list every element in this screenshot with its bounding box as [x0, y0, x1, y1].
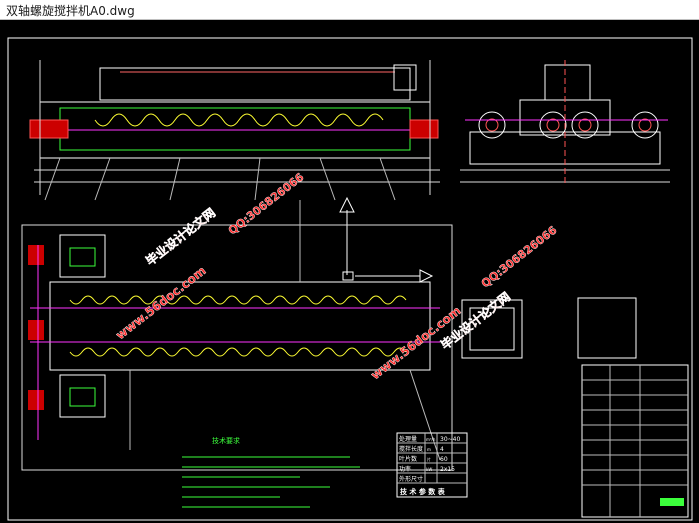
title-bar: 双轴螺旋搅拌机A0.dwg — [0, 0, 699, 20]
drawing-border — [7, 37, 693, 521]
front-elevation-view — [29, 60, 440, 201]
watermark-text: QQ:306826066 — [226, 170, 307, 237]
param-value: 2x15 — [440, 466, 455, 473]
cad-drawing-svg[interactable]: 技术要求 处理量 m³/h 30~40 搅拌长度 m 4 叶片数 片 60 功率… — [0, 20, 699, 523]
param-label: 处理量 — [399, 435, 417, 443]
param-unit: m³/h — [426, 437, 436, 442]
drawing-canvas[interactable]: 技术要求 处理量 m³/h 30~40 搅拌长度 m 4 叶片数 片 60 功率… — [0, 20, 699, 523]
watermark-text: QQ:306826066 — [479, 223, 560, 290]
param-table-footer: 技 术 参 数 表 — [400, 487, 446, 496]
cad-window: 双轴螺旋搅拌机A0.dwg 技术要求 处理量 m³/h 30~40 搅拌长度 m… — [0, 0, 699, 523]
param-unit: m — [427, 447, 431, 452]
watermark-text: 毕业设计论文网 — [143, 205, 218, 269]
side-elevation-view — [460, 60, 670, 185]
param-label: 搅拌长度 — [399, 445, 423, 453]
view-direction-arrow — [339, 196, 434, 283]
param-value: 30~40 — [440, 436, 460, 443]
tech-notes-title: 技术要求 — [212, 436, 240, 445]
watermarks: 毕业设计论文网 www.56doc.com QQ:306826066 毕业设计论… — [113, 170, 560, 382]
window-title: 双轴螺旋搅拌机A0.dwg — [6, 4, 135, 18]
param-value: 60 — [440, 456, 448, 463]
param-unit: 片 — [427, 456, 431, 462]
param-value: 4 — [440, 446, 444, 453]
technical-notes: 技术要求 — [182, 436, 360, 508]
parameter-table: 处理量 m³/h 30~40 搅拌长度 m 4 叶片数 片 60 功率 kW 2… — [396, 432, 468, 498]
param-label: 叶片数 — [399, 455, 417, 463]
param-label: 外形尺寸 — [399, 475, 423, 483]
title-block — [581, 364, 689, 518]
param-unit: kW — [426, 467, 432, 472]
detail-box — [577, 297, 637, 359]
param-label: 功率 — [399, 465, 411, 473]
